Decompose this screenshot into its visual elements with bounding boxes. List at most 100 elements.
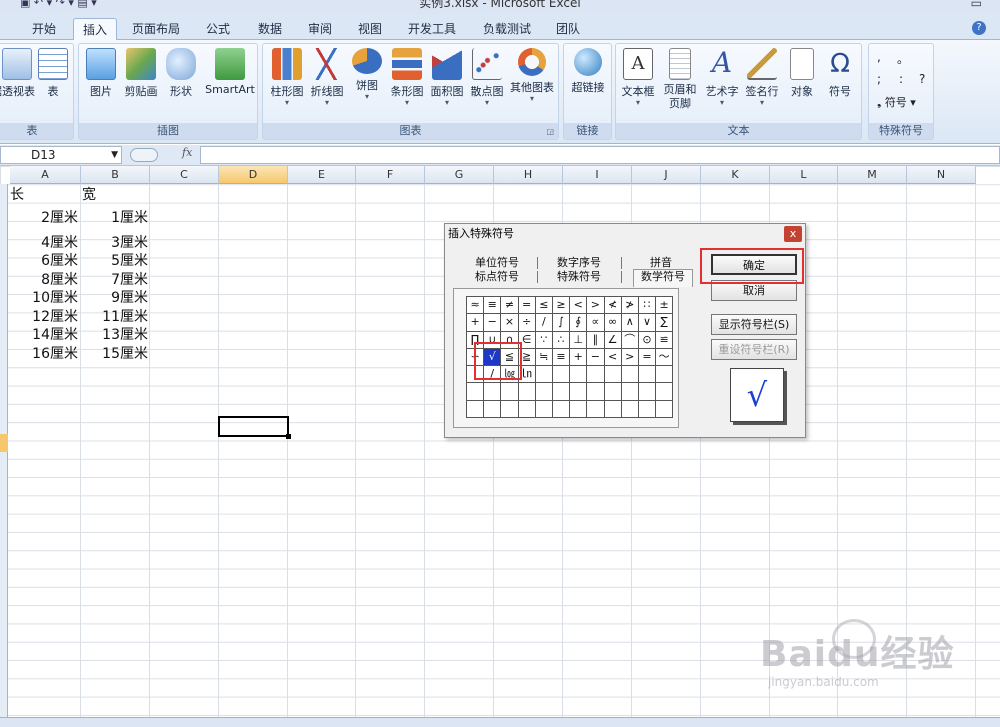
symbol-cell[interactable] <box>586 365 605 384</box>
symbol-cell[interactable]: ∴ <box>551 330 571 349</box>
scatter-chart-button[interactable]: 散点图 ▾ <box>465 46 509 107</box>
symbol-cell[interactable] <box>620 365 639 384</box>
cell-a1[interactable]: 长 <box>10 186 70 204</box>
symbol-question[interactable]: ? <box>919 72 925 86</box>
cell-b5[interactable]: 7厘米 <box>82 271 148 289</box>
symbol-cell[interactable] <box>500 382 519 401</box>
symbol-button[interactable]: Ω 符号 <box>818 46 862 99</box>
tab-home[interactable]: 开始 <box>22 18 66 40</box>
column-header-f[interactable]: F <box>356 166 425 184</box>
symbol-cell[interactable]: ≤ <box>534 295 553 315</box>
cell-b9[interactable]: 15厘米 <box>82 345 148 363</box>
formula-expand-icon[interactable] <box>130 148 158 162</box>
header-footer-button[interactable]: 页眉和页脚 <box>658 46 702 111</box>
row-header-selected[interactable] <box>0 434 8 452</box>
symbol-cell[interactable]: + <box>465 313 485 332</box>
sheet-tab-bar[interactable] <box>0 717 1000 727</box>
symbol-cell[interactable]: ～ <box>655 347 674 367</box>
symbol-cell[interactable]: ∞ <box>603 313 622 332</box>
cell-a4[interactable]: 6厘米 <box>12 252 78 270</box>
symbol-cell[interactable]: ∠ <box>603 330 622 349</box>
symbol-cell[interactable] <box>517 399 536 419</box>
cell-a7[interactable]: 12厘米 <box>12 308 78 326</box>
symbol-cell[interactable]: ≡ <box>483 295 502 315</box>
cell-a2[interactable]: 2厘米 <box>12 209 78 227</box>
area-chart-button[interactable]: 面积图 ▾ <box>425 46 469 107</box>
symbol-cell[interactable]: ∝ <box>586 313 605 332</box>
symbol-cell[interactable]: ≡ <box>551 347 571 367</box>
symbol-cell[interactable]: ∷ <box>637 295 657 315</box>
cell-b1[interactable]: 宽 <box>82 186 142 204</box>
symbol-cell[interactable]: ⌒ <box>620 330 639 349</box>
symbol-cell[interactable] <box>465 382 485 401</box>
symbol-cell[interactable]: = <box>637 347 657 367</box>
symbol-cell[interactable] <box>465 399 485 419</box>
symbol-cell[interactable] <box>586 382 605 401</box>
cell-b3[interactable]: 3厘米 <box>82 234 148 252</box>
symbol-period[interactable]: 。 <box>897 50 909 67</box>
symbol-cell[interactable]: ∵ <box>534 330 553 349</box>
column-header-h[interactable]: H <box>494 166 563 184</box>
cell-b2[interactable]: 1厘米 <box>82 209 148 227</box>
column-header-k[interactable]: K <box>701 166 770 184</box>
symbol-cell[interactable] <box>534 382 553 401</box>
text-box-button[interactable]: A 文本框 ▾ <box>616 46 660 107</box>
tab-pinyin[interactable]: 拼音 <box>641 256 681 270</box>
smartart-button[interactable]: SmartArt <box>203 46 257 96</box>
symbol-cell[interactable]: ∫ <box>551 313 571 332</box>
symbol-cell[interactable] <box>637 365 657 384</box>
column-header-j[interactable]: J <box>632 166 701 184</box>
tab-review[interactable]: 审阅 <box>298 18 342 40</box>
cell-b6[interactable]: 9厘米 <box>82 289 148 307</box>
symbol-cell[interactable]: ÷ <box>517 313 536 332</box>
tab-punctuation[interactable]: 标点符号 <box>467 270 527 284</box>
symbol-cell[interactable]: × <box>500 313 519 332</box>
tab-insert[interactable]: 插入 <box>73 18 117 41</box>
symbol-cell[interactable] <box>637 399 657 419</box>
symbol-cell[interactable]: < <box>603 347 622 367</box>
symbol-cell[interactable]: ⊥ <box>569 330 588 349</box>
show-symbol-bar-button[interactable]: 显示符号栏(S) <box>711 314 797 335</box>
symbol-cell[interactable]: = <box>517 295 536 315</box>
column-chart-button[interactable]: 柱形图 ▾ <box>265 46 309 107</box>
cell-b8[interactable]: 13厘米 <box>82 326 148 344</box>
column-header-c[interactable]: C <box>150 166 219 184</box>
other-charts-button[interactable]: 其他图表 ▾ <box>507 46 557 103</box>
cell-a3[interactable]: 4厘米 <box>12 234 78 252</box>
column-header-d[interactable]: D <box>219 166 288 184</box>
insert-function-icon[interactable]: fx <box>182 146 192 159</box>
tab-data[interactable]: 数据 <box>248 18 292 40</box>
symbol-cell[interactable]: − <box>483 313 502 332</box>
hyperlink-button[interactable]: 超链接 <box>566 46 610 95</box>
tab-page-layout[interactable]: 页面布局 <box>124 18 188 40</box>
symbol-cell[interactable] <box>551 365 571 384</box>
symbol-cell[interactable]: ∮ <box>569 313 588 332</box>
cell-a9[interactable]: 16厘米 <box>12 345 78 363</box>
name-box[interactable]: D13 ▼ <box>0 146 122 164</box>
symbol-cell[interactable] <box>655 365 674 384</box>
symbol-cell[interactable]: / <box>534 313 553 332</box>
symbols-dropdown[interactable]: ❟ 符号 ▾ <box>877 94 916 110</box>
column-header-i[interactable]: I <box>563 166 632 184</box>
tab-view[interactable]: 视图 <box>348 18 392 40</box>
close-icon[interactable]: x <box>784 226 802 242</box>
tab-load-test[interactable]: 负载测试 <box>474 18 540 40</box>
symbol-cell[interactable] <box>483 399 502 419</box>
symbol-cell[interactable]: ≒ <box>534 347 553 367</box>
pie-chart-button[interactable]: 饼图 ▾ <box>345 46 389 101</box>
column-header-b[interactable]: B <box>81 166 150 184</box>
clip-art-button[interactable]: 剪贴画 <box>119 46 163 99</box>
symbol-cell[interactable]: > <box>586 295 605 315</box>
cell-a8[interactable]: 14厘米 <box>12 326 78 344</box>
symbol-cell[interactable]: ± <box>655 295 674 315</box>
symbol-cell[interactable] <box>655 382 674 401</box>
symbol-semicolon[interactable]: ; <box>877 72 881 86</box>
column-header-a[interactable]: A <box>10 166 81 184</box>
symbol-colon[interactable]: : <box>899 72 903 86</box>
cell-b7[interactable]: 11厘米 <box>82 308 148 326</box>
tab-formulas[interactable]: 公式 <box>196 18 240 40</box>
symbol-cell[interactable] <box>603 399 622 419</box>
symbol-cell[interactable] <box>551 382 571 401</box>
shapes-button[interactable]: 形状 <box>159 46 203 99</box>
symbol-cell[interactable] <box>569 399 588 419</box>
